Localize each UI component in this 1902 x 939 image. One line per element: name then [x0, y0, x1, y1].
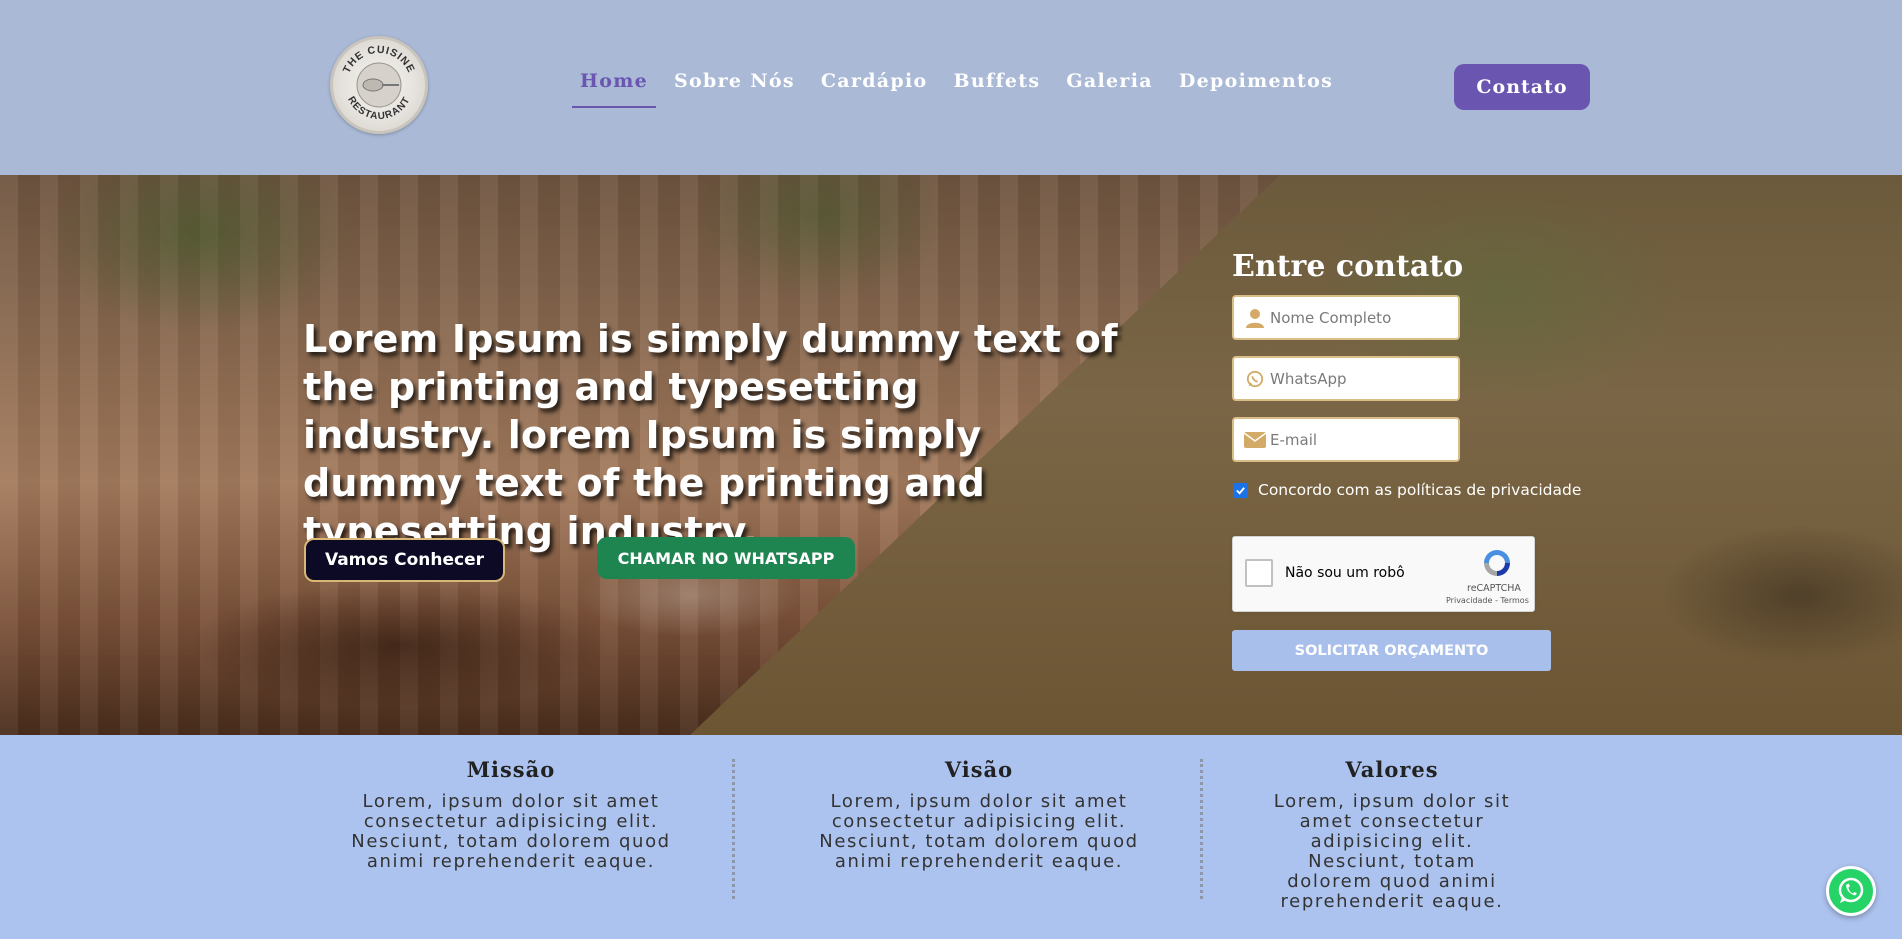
recaptcha-brand: reCAPTCHA — [1467, 583, 1521, 594]
mission-column: Missão Lorem, ipsum dolor sit amet conse… — [322, 757, 700, 872]
whatsapp-call-button[interactable]: CHAMAR NO WHATSAPP — [597, 537, 855, 579]
whatsapp-input[interactable] — [1270, 369, 1450, 388]
values-title: Valores — [1345, 757, 1439, 782]
submit-quote-button[interactable]: SOLICITAR ORÇAMENTO — [1232, 630, 1551, 671]
nav-galeria[interactable]: Galeria — [1058, 70, 1160, 108]
recaptcha-logo-icon — [1481, 547, 1513, 583]
mission-title: Missão — [466, 757, 556, 782]
restaurant-logo[interactable]: THE CUISINE RESTAURANT — [330, 36, 428, 134]
vision-text: Lorem, ipsum dolor sit amet consectetur … — [819, 791, 1139, 872]
vamos-conhecer-button[interactable]: Vamos Conhecer — [304, 538, 505, 582]
recaptcha-widget: Não sou um robô reCAPTCHA Privacidade - … — [1232, 536, 1535, 612]
contact-button[interactable]: Contato — [1454, 64, 1590, 110]
values-column: Valores Lorem, ipsum dolor sit amet cons… — [1262, 757, 1522, 912]
hero-section: Lorem Ipsum is simply dummy text of the … — [0, 175, 1902, 735]
logo-emblem-icon: THE CUISINE RESTAURANT — [341, 44, 416, 122]
hero-title: Lorem Ipsum is simply dummy text of the … — [303, 317, 1118, 553]
privacy-checkbox[interactable] — [1233, 482, 1248, 498]
vision-title: Visão — [944, 757, 1014, 782]
envelope-icon — [1244, 429, 1266, 451]
privacy-consent: Concordo com as políticas de privacidade — [1233, 481, 1581, 499]
column-divider — [1200, 759, 1203, 899]
column-divider — [732, 759, 735, 899]
nav-cardapio[interactable]: Cardápio — [813, 70, 936, 108]
name-input[interactable] — [1270, 308, 1450, 327]
recaptcha-checkbox[interactable] — [1245, 559, 1273, 587]
main-nav: Home Sobre Nós Cardápio Buffets Galeria … — [572, 70, 1351, 108]
values-text: Lorem, ipsum dolor sit amet consectetur … — [1273, 791, 1511, 912]
email-field[interactable] — [1232, 417, 1460, 462]
whatsapp-icon — [1244, 368, 1266, 390]
whatsapp-field[interactable] — [1232, 356, 1460, 401]
values-section: Missão Lorem, ipsum dolor sit amet conse… — [0, 735, 1902, 939]
nav-depoimentos[interactable]: Depoimentos — [1171, 70, 1341, 108]
nav-buffets[interactable]: Buffets — [946, 70, 1049, 108]
user-icon — [1244, 307, 1266, 329]
privacy-consent-label: Concordo com as políticas de privacidade — [1258, 481, 1582, 499]
email-input[interactable] — [1270, 430, 1450, 449]
whatsapp-icon — [1838, 877, 1864, 903]
recaptcha-label: Não sou um robô — [1285, 565, 1405, 581]
form-title: Entre contato — [1232, 249, 1464, 284]
vision-column: Visão Lorem, ipsum dolor sit amet consec… — [790, 757, 1168, 872]
mission-text: Lorem, ipsum dolor sit amet consectetur … — [351, 791, 671, 872]
checkmark-icon — [1236, 486, 1245, 495]
name-field[interactable] — [1232, 295, 1460, 340]
recaptcha-terms-link[interactable]: Privacidade - Termos — [1446, 596, 1529, 605]
nav-sobre-nos[interactable]: Sobre Nós — [666, 70, 803, 108]
nav-home[interactable]: Home — [572, 70, 657, 108]
site-header: THE CUISINE RESTAURANT Home Sobre Nós Ca… — [0, 0, 1902, 175]
floating-whatsapp-button[interactable] — [1826, 866, 1876, 916]
